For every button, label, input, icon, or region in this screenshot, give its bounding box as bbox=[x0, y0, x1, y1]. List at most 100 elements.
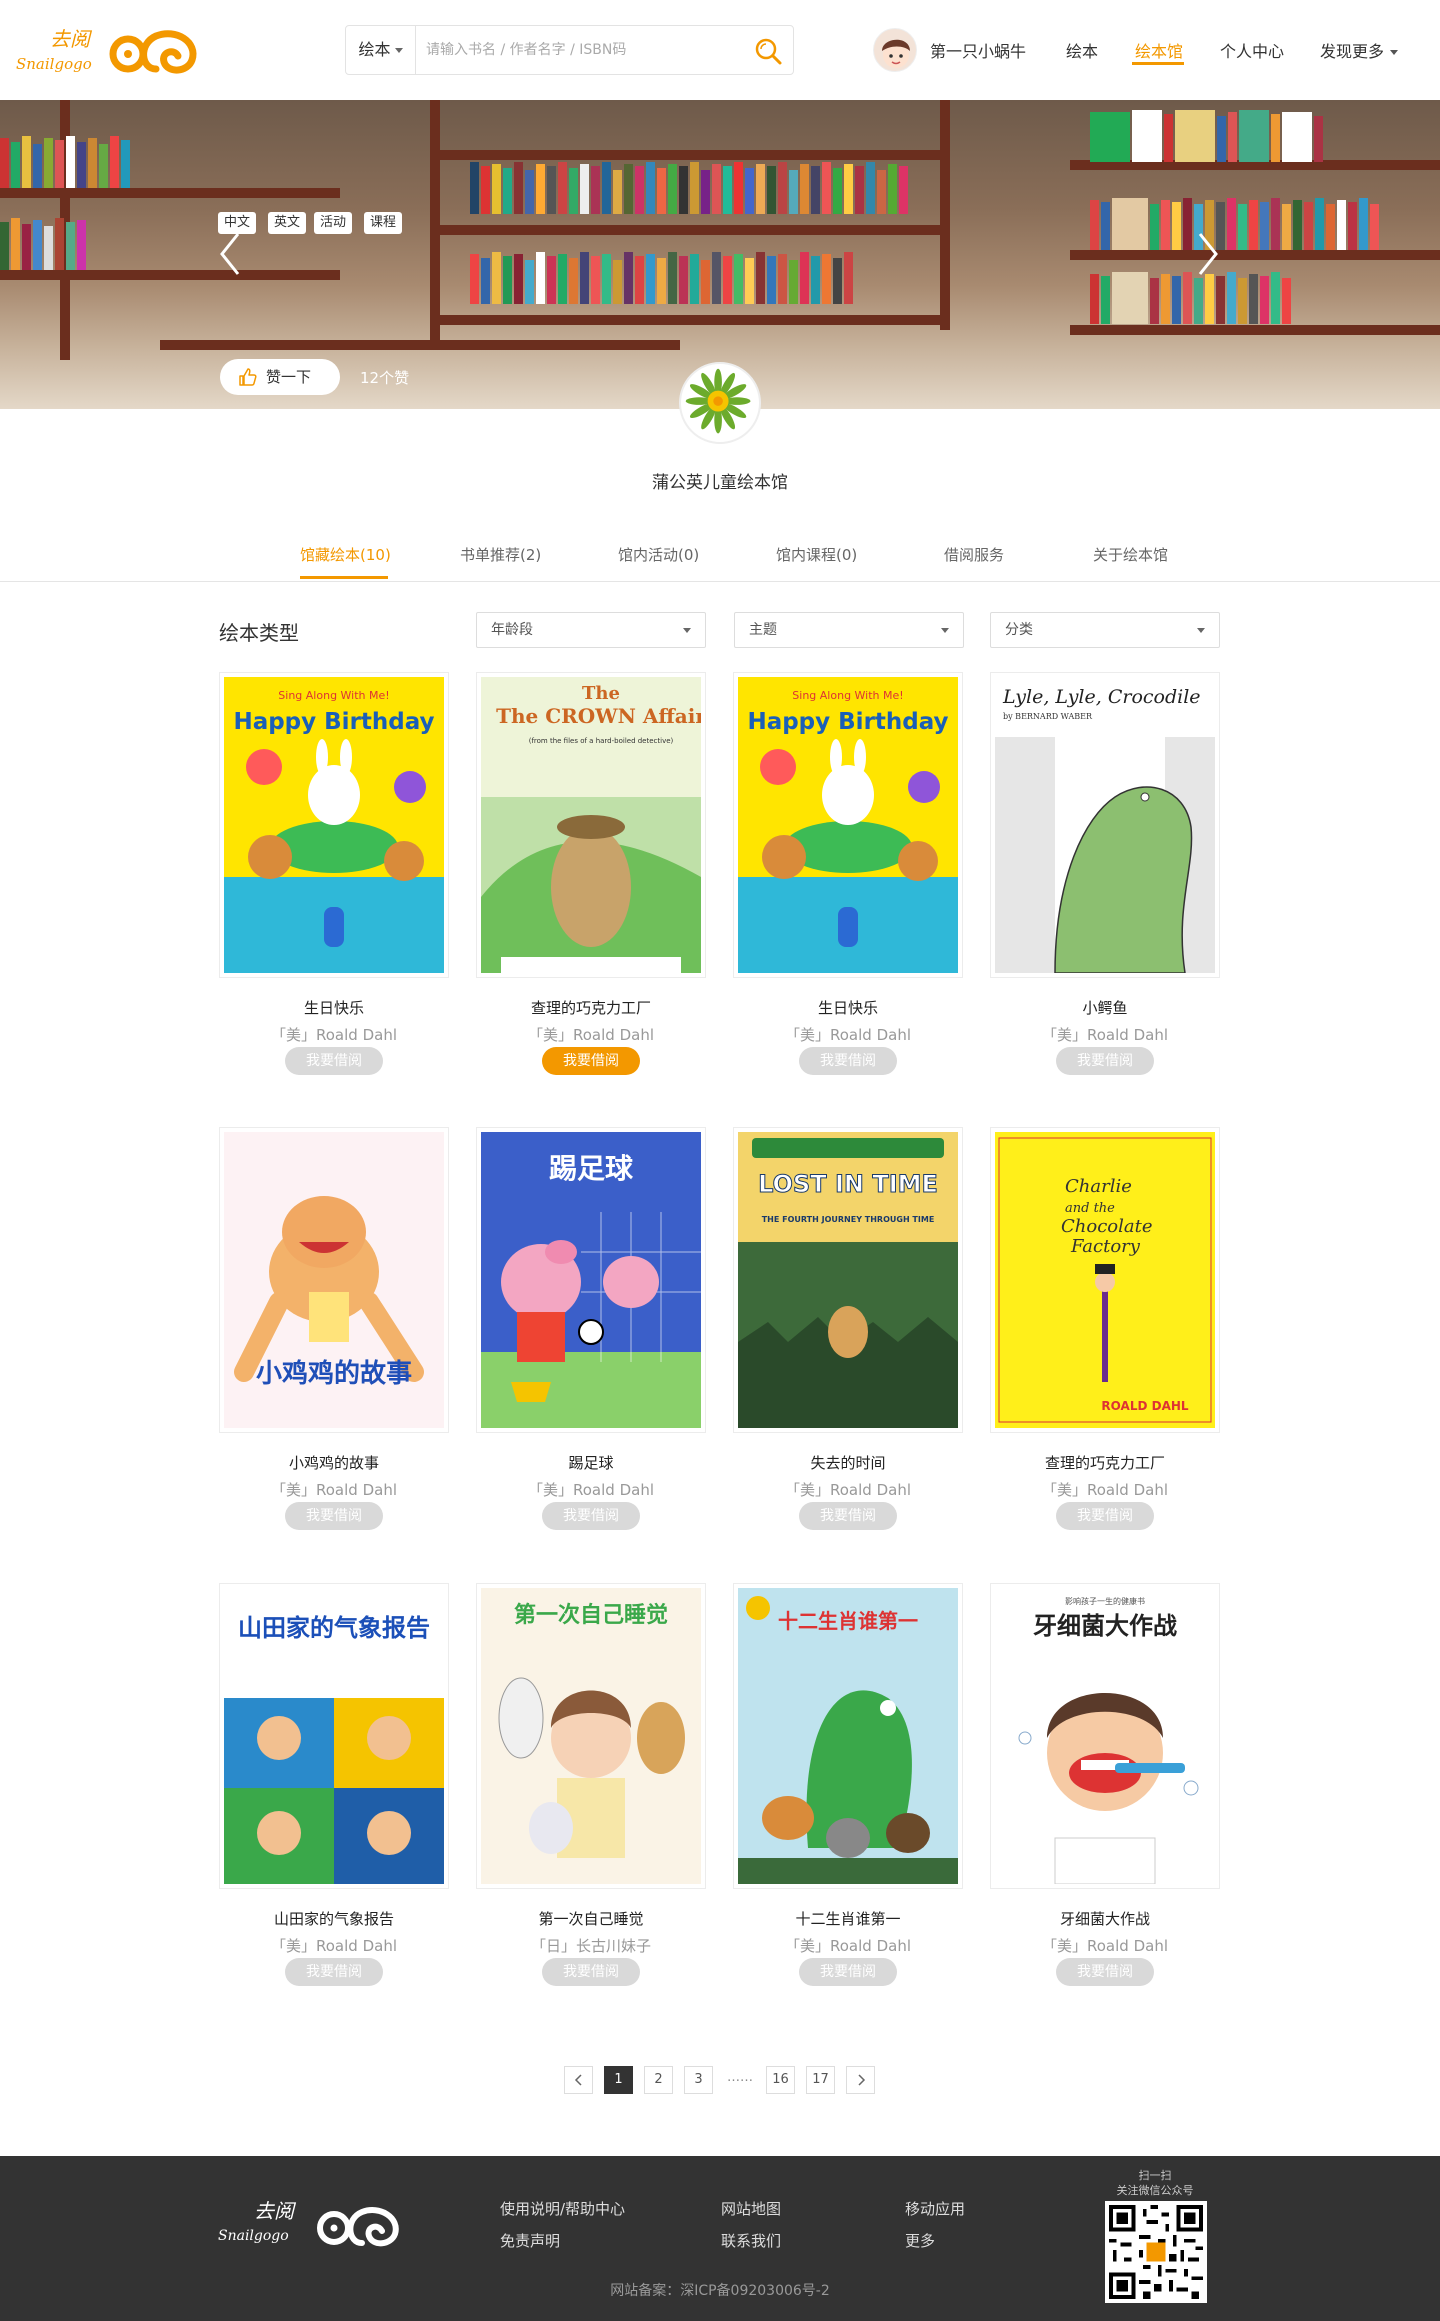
book-cover[interactable]: Lyle, Lyle, Crocodile by BERNARD WABER bbox=[990, 672, 1220, 978]
borrow-button[interactable]: 我要借阅 bbox=[1056, 1502, 1154, 1530]
page-button[interactable]: 17 bbox=[806, 2066, 835, 2094]
book-cover[interactable]: 小鸡鸡的故事 bbox=[219, 1127, 449, 1433]
book-author: 「美」Roald Dahl bbox=[271, 1937, 397, 1955]
prev-page-button[interactable] bbox=[564, 2066, 593, 2094]
svg-text:and the: and the bbox=[1065, 1201, 1115, 1216]
svg-text:踢足球: 踢足球 bbox=[549, 1152, 634, 1185]
book-title[interactable]: 山田家的气象报告 bbox=[219, 1908, 449, 1929]
chevron-left-icon bbox=[574, 2074, 582, 2086]
book-cover[interactable]: LOST IN TIME THE FOURTH JOURNEY THROUGH … bbox=[733, 1127, 963, 1433]
snailgogo-logo[interactable]: 去阅 Snailgogo bbox=[218, 2188, 418, 2258]
book-cover[interactable]: 影响孩子一生的健康书 牙细菌大作战 bbox=[990, 1583, 1220, 1889]
library-name: 蒲公英儿童绘本馆 bbox=[652, 473, 788, 493]
next-page-button[interactable] bbox=[846, 2066, 875, 2094]
book-title[interactable]: 踢足球 bbox=[476, 1452, 706, 1473]
page-button[interactable]: 1 bbox=[604, 2066, 633, 2094]
age-filter-dropdown[interactable]: 年龄段 bbox=[476, 612, 706, 648]
chevron-down-icon bbox=[683, 628, 691, 633]
theme-filter-dropdown[interactable]: 主题 bbox=[734, 612, 964, 648]
nav-personal-center[interactable]: 个人中心 bbox=[1220, 38, 1284, 62]
like-count: 12个赞 bbox=[360, 369, 410, 387]
pagination: 1 2 3 …… 16 17 bbox=[0, 2066, 1440, 2094]
borrow-button[interactable]: 我要借阅 bbox=[542, 1502, 640, 1530]
book-title[interactable]: 查理的巧克力工厂 bbox=[476, 997, 706, 1018]
chevron-down-icon bbox=[394, 48, 403, 53]
svg-text:by BERNARD WABER: by BERNARD WABER bbox=[1003, 712, 1093, 721]
nav-library[interactable]: 绘本馆 bbox=[1135, 38, 1183, 62]
svg-text:Lyle, Lyle, Crocodile: Lyle, Lyle, Crocodile bbox=[1002, 686, 1201, 708]
tag-english[interactable]: 英文 bbox=[268, 212, 307, 234]
book-title[interactable]: 十二生肖谁第一 bbox=[733, 1908, 963, 1929]
book-title[interactable]: 生日快乐 bbox=[219, 997, 449, 1018]
borrow-button[interactable]: 我要借阅 bbox=[1056, 1047, 1154, 1075]
search-icon[interactable] bbox=[753, 36, 783, 66]
borrow-button[interactable]: 我要借阅 bbox=[285, 1047, 383, 1075]
bookshelf-row bbox=[470, 250, 855, 304]
footer-link-mobile-app[interactable]: 移动应用 bbox=[905, 2198, 965, 2219]
like-button[interactable]: 赞一下 bbox=[220, 359, 340, 395]
book-author: 「美」Roald Dahl bbox=[1042, 1026, 1168, 1044]
chevron-left-icon[interactable] bbox=[216, 230, 244, 278]
footer-link-more[interactable]: 更多 bbox=[905, 2230, 935, 2251]
book-cover[interactable]: Sing Along With Me! Happy Birthday bbox=[733, 672, 963, 978]
bookshelf-row bbox=[1090, 196, 1381, 250]
user-avatar[interactable] bbox=[873, 28, 917, 72]
book-author: 「日」长古川妹子 bbox=[530, 1937, 651, 1955]
borrow-button[interactable]: 我要借阅 bbox=[799, 1958, 897, 1986]
book-title[interactable]: 第一次自己睡觉 bbox=[476, 1908, 706, 1929]
book-title[interactable]: 小鸡鸡的故事 bbox=[219, 1452, 449, 1473]
pagination-ellipsis: …… bbox=[727, 2070, 753, 2085]
book-cover[interactable]: The The CROWN Affair (from the files of … bbox=[476, 672, 706, 978]
book-title[interactable]: 生日快乐 bbox=[733, 997, 963, 1018]
tab-booklists[interactable]: 书单推荐(2) bbox=[460, 544, 541, 565]
nav-discover-more[interactable]: 发现更多 bbox=[1320, 38, 1399, 62]
borrow-button[interactable]: 我要借阅 bbox=[285, 1958, 383, 1986]
book-cover[interactable]: 踢足球 bbox=[476, 1127, 706, 1433]
borrow-button[interactable]: 我要借阅 bbox=[542, 1047, 640, 1075]
footer-link-disclaimer[interactable]: 免责声明 bbox=[500, 2230, 560, 2251]
tab-courses[interactable]: 馆内课程(0) bbox=[776, 544, 857, 565]
footer-link-help[interactable]: 使用说明/帮助中心 bbox=[500, 2198, 625, 2219]
book-title[interactable]: 牙细菌大作战 bbox=[990, 1908, 1220, 1929]
footer-link-contact[interactable]: 联系我们 bbox=[721, 2230, 781, 2251]
svg-text:Charlie: Charlie bbox=[1065, 1176, 1132, 1197]
search-scope-select[interactable]: 绘本 bbox=[346, 26, 416, 74]
borrow-button[interactable]: 我要借阅 bbox=[1056, 1958, 1154, 1986]
borrow-button[interactable]: 我要借阅 bbox=[542, 1958, 640, 1986]
snailgogo-logo[interactable]: 去阅 Snailgogo bbox=[16, 14, 210, 84]
page-button[interactable]: 2 bbox=[644, 2066, 673, 2094]
svg-text:Happy Birthday: Happy Birthday bbox=[747, 709, 948, 735]
book-cover[interactable]: 十二生肖谁第一 bbox=[733, 1583, 963, 1889]
borrow-button[interactable]: 我要借阅 bbox=[799, 1502, 897, 1530]
book-cover[interactable]: 山田家的气象报告 bbox=[219, 1583, 449, 1889]
page-button[interactable]: 16 bbox=[766, 2066, 795, 2094]
book-cover[interactable]: 第一次自己睡觉 bbox=[476, 1583, 706, 1889]
tab-borrow-service[interactable]: 借阅服务 bbox=[944, 544, 1004, 565]
book-title[interactable]: 查理的巧克力工厂 bbox=[990, 1452, 1220, 1473]
footer-link-sitemap[interactable]: 网站地图 bbox=[721, 2198, 781, 2219]
book-author: 「美」Roald Dahl bbox=[785, 1026, 911, 1044]
chevron-right-icon[interactable] bbox=[1194, 230, 1222, 278]
book-author: 「美」Roald Dahl bbox=[785, 1937, 911, 1955]
book-title[interactable]: 小鳄鱼 bbox=[990, 997, 1220, 1018]
bookshelf-row bbox=[1090, 108, 1325, 162]
tag-course[interactable]: 课程 bbox=[364, 212, 403, 234]
svg-text:十二生肖谁第一: 十二生肖谁第一 bbox=[778, 1609, 918, 1633]
tab-collection[interactable]: 馆藏绘本(10) bbox=[300, 544, 391, 565]
borrow-button[interactable]: 我要借阅 bbox=[799, 1047, 897, 1075]
tab-about[interactable]: 关于绘本馆 bbox=[1093, 544, 1168, 565]
borrow-button[interactable]: 我要借阅 bbox=[285, 1502, 383, 1530]
nav-picture-books[interactable]: 绘本 bbox=[1066, 38, 1098, 62]
svg-text:Sing Along With Me!: Sing Along With Me! bbox=[792, 689, 903, 702]
tab-activities[interactable]: 馆内活动(0) bbox=[618, 544, 699, 565]
book-cover[interactable]: Charlie and the Chocolate Factory ROALD … bbox=[990, 1127, 1220, 1433]
svg-text:Snailgogo: Snailgogo bbox=[16, 55, 92, 73]
book-cover[interactable]: Sing Along With Me! Happy Birthday bbox=[219, 672, 449, 978]
filter-title: 绘本类型 bbox=[219, 621, 299, 645]
user-name-link[interactable]: 第一只小蜗牛 bbox=[930, 38, 1026, 62]
tag-activity[interactable]: 活动 bbox=[314, 212, 353, 234]
page-button[interactable]: 3 bbox=[684, 2066, 713, 2094]
search-input[interactable] bbox=[426, 36, 726, 64]
category-filter-dropdown[interactable]: 分类 bbox=[990, 612, 1220, 648]
book-title[interactable]: 失去的时间 bbox=[733, 1452, 963, 1473]
